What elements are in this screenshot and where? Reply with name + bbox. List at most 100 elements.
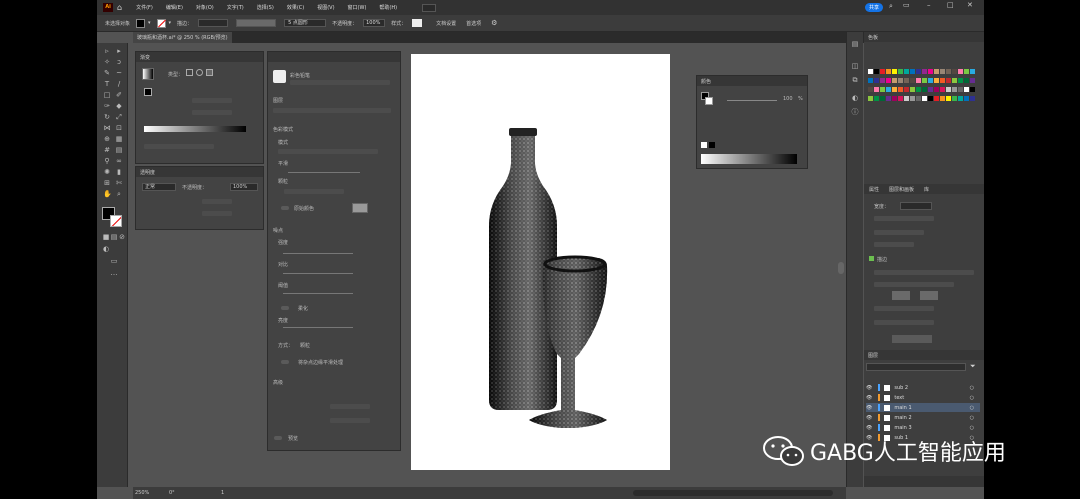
color-swatch[interactable] [958, 96, 963, 101]
color-swatch[interactable] [874, 69, 879, 74]
minimize-icon[interactable]: – [927, 1, 931, 9]
color-value[interactable]: 100 [783, 96, 793, 102]
perspective-grid-icon[interactable]: ▦ [115, 135, 123, 143]
menu-type[interactable]: 文字(T) [227, 4, 244, 11]
color-swatch[interactable] [880, 87, 885, 92]
shape-builder-icon[interactable]: ⊕ [103, 135, 111, 143]
color-swatch[interactable] [916, 96, 921, 101]
color-swatch[interactable] [958, 87, 963, 92]
none-mode-icon[interactable]: ⊘ [118, 233, 126, 241]
contrast-slider[interactable] [283, 273, 353, 274]
opacity-field[interactable]: 100% [363, 19, 386, 27]
selection-tool-icon[interactable]: ▹ [103, 47, 111, 55]
use-color-toggle[interactable] [281, 206, 289, 210]
color-swatch[interactable] [898, 96, 903, 101]
color-slider[interactable] [727, 100, 777, 101]
target-icon[interactable]: ○ [970, 415, 974, 421]
color-swatch[interactable] [928, 87, 933, 92]
layer-row[interactable]: 👁 main 2 ○ [866, 413, 980, 422]
horizontal-scrollbar[interactable] [633, 490, 833, 496]
color-swatch[interactable] [910, 87, 915, 92]
width-field[interactable] [900, 202, 932, 210]
color-swatch[interactable] [952, 78, 957, 83]
close-icon[interactable]: ✕ [967, 1, 973, 9]
gradient-slider[interactable] [144, 126, 246, 132]
color-swatch[interactable] [940, 69, 945, 74]
mesh-tool-icon[interactable]: # [103, 146, 111, 154]
menu-effect[interactable]: 效果(C) [287, 4, 304, 11]
color-swatch[interactable] [940, 78, 945, 83]
color-panel-title[interactable]: 颜色 [697, 76, 807, 86]
color-swatch[interactable] [970, 69, 975, 74]
color-swatch[interactable] [868, 69, 873, 74]
graph-tool-icon[interactable]: ▮ [115, 168, 123, 176]
arrange-dropdown[interactable] [422, 3, 437, 12]
artboard[interactable] [411, 54, 670, 470]
gradient-fill-icon[interactable] [144, 88, 152, 96]
original-color-swatch[interactable] [352, 203, 368, 213]
color-swatch[interactable] [886, 78, 891, 83]
color-swatch[interactable] [934, 96, 939, 101]
color-swatch[interactable] [964, 78, 969, 83]
tab-layers-artboards[interactable]: 图层和画板 [889, 186, 914, 193]
color-swatch[interactable] [886, 87, 891, 92]
properties-icon[interactable]: ▤ [851, 40, 859, 48]
linear-gradient-icon[interactable] [186, 69, 193, 76]
color-spectrum[interactable] [701, 154, 797, 164]
type-tool-icon[interactable]: T [103, 80, 111, 88]
color-swatch[interactable] [946, 69, 951, 74]
menu-select[interactable]: 选择(S) [257, 4, 274, 11]
color-swatch[interactable] [964, 96, 969, 101]
gradient-mode-icon[interactable]: ▤ [110, 233, 118, 241]
target-icon[interactable]: ○ [970, 405, 974, 411]
color-stroke-icon[interactable] [705, 97, 713, 105]
zoom-level[interactable]: 250% [135, 490, 149, 496]
color-swatch[interactable] [910, 69, 915, 74]
stroke-color-icon[interactable] [110, 215, 122, 227]
blend-mode-dropdown[interactable]: 正常 [142, 183, 176, 191]
color-swatch[interactable] [928, 69, 933, 74]
quick-action-button[interactable] [892, 335, 932, 343]
tab-properties[interactable]: 属性 [869, 186, 879, 193]
color-swatch[interactable] [904, 96, 909, 101]
advanced-section-header[interactable]: 高级 [273, 379, 283, 386]
layer-row[interactable]: 👁 sub 2 ○ [866, 383, 980, 392]
artboard-number[interactable]: 1 [221, 490, 224, 496]
stroke-weight-field[interactable] [198, 19, 229, 27]
visibility-eye-icon[interactable]: 👁 [866, 425, 872, 431]
color-swatch[interactable] [922, 69, 927, 74]
color-swatch[interactable] [880, 69, 885, 74]
color-swatch[interactable] [868, 87, 873, 92]
vertical-scrollbar[interactable] [838, 262, 844, 274]
libraries-icon[interactable]: ◫ [851, 62, 859, 70]
width-tool-icon[interactable]: ⋈ [103, 124, 111, 132]
color-swatch[interactable] [922, 78, 927, 83]
fill-swatch[interactable] [136, 18, 146, 28]
color-swatch[interactable] [970, 78, 975, 83]
color-swatch[interactable] [874, 96, 879, 101]
method-value[interactable]: 颗粒 [300, 342, 310, 349]
preferences-button[interactable]: 首选项 [466, 20, 481, 27]
hand-tool-icon[interactable]: ✋ [103, 190, 112, 198]
color-swatch[interactable] [940, 87, 945, 92]
screen-mode-icon[interactable]: ▭ [110, 257, 118, 265]
magic-wand-icon[interactable]: ✧ [103, 58, 111, 66]
mode-dropdown[interactable] [278, 149, 378, 154]
soften-toggle[interactable] [281, 306, 289, 310]
color-swatch[interactable] [916, 78, 921, 83]
color-swatch[interactable] [886, 69, 891, 74]
color-swatch[interactable] [910, 78, 915, 83]
layers-panel-title[interactable]: 图层 [864, 350, 984, 360]
color-swatch[interactable] [898, 69, 903, 74]
color-swatch[interactable] [970, 87, 975, 92]
filter-icon[interactable]: ⏷ [970, 362, 976, 371]
color-swatch[interactable] [892, 87, 897, 92]
color-swatch[interactable] [910, 96, 915, 101]
document-tab[interactable]: 玻璃瓶和酒杯.ai* @ 250 % (RGB/预览) [133, 32, 232, 43]
gradient-panel-title[interactable]: 渐变 [136, 52, 263, 62]
color-swatch[interactable] [958, 69, 963, 74]
pen-tool-icon[interactable]: ✎ [103, 69, 111, 77]
visibility-eye-icon[interactable]: 👁 [866, 405, 872, 411]
visibility-eye-icon[interactable]: 👁 [866, 395, 872, 401]
menu-file[interactable]: 文件(F) [136, 4, 153, 11]
